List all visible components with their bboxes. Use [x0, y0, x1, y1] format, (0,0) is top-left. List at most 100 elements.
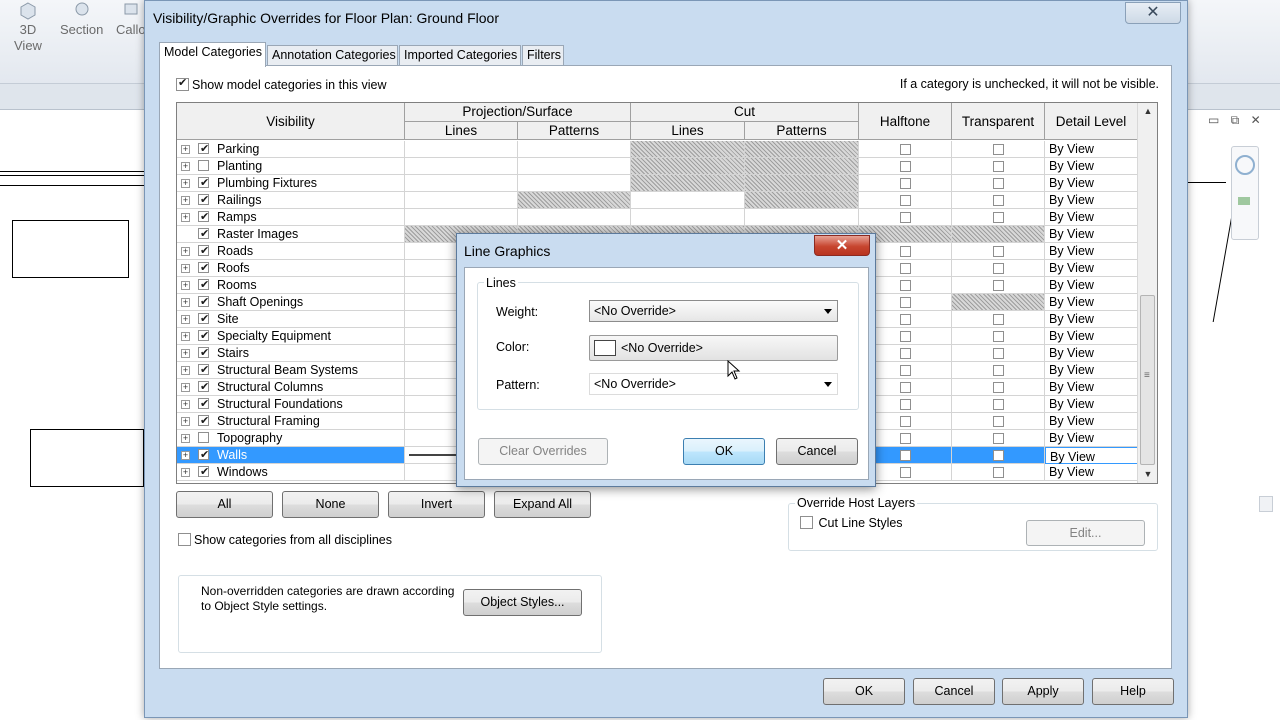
transparent-checkbox[interactable] — [992, 416, 1004, 428]
category-visibility-checkbox[interactable] — [198, 260, 209, 276]
expand-all-button[interactable]: Expand All — [494, 491, 591, 518]
table-row[interactable]: + Railings By View — [177, 192, 1138, 209]
transparent-cell[interactable] — [952, 447, 1045, 464]
halftone-checkbox[interactable] — [899, 178, 911, 190]
category-visibility-checkbox[interactable] — [198, 311, 209, 327]
table-row[interactable]: + Planting By View — [177, 158, 1138, 175]
transparent-cell[interactable] — [952, 345, 1045, 362]
projection-lines-cell[interactable] — [405, 192, 518, 209]
halftone-checkbox[interactable] — [899, 416, 911, 428]
halftone-cell[interactable] — [859, 175, 952, 192]
category-cell[interactable]: + Structural Framing — [177, 413, 405, 430]
expand-icon[interactable]: + — [181, 298, 190, 307]
grid-vertical-scrollbar[interactable]: ▲ ≡ ▼ — [1137, 103, 1157, 483]
transparent-cell[interactable] — [952, 328, 1045, 345]
weight-dropdown[interactable]: <No Override> — [589, 300, 838, 322]
transparent-cell[interactable] — [952, 192, 1045, 209]
projection-patterns-cell[interactable] — [518, 192, 631, 209]
tab-model-categories[interactable]: Model Categories — [159, 42, 266, 67]
section-button[interactable]: Section — [60, 2, 103, 38]
header-halftone[interactable]: Halftone — [859, 103, 952, 140]
halftone-checkbox[interactable] — [899, 246, 911, 258]
transparent-cell[interactable] — [952, 294, 1045, 311]
cut-lines-cell[interactable] — [631, 209, 745, 226]
category-cell[interactable]: + Ramps — [177, 209, 405, 226]
halftone-checkbox[interactable] — [899, 297, 911, 309]
category-cell[interactable]: + Plumbing Fixtures — [177, 175, 405, 192]
halftone-checkbox[interactable] — [899, 399, 911, 411]
show-model-categories-checkbox[interactable] — [176, 76, 189, 92]
halftone-checkbox[interactable] — [899, 348, 911, 360]
category-cell[interactable]: + Parking — [177, 141, 405, 158]
cut-patterns-cell[interactable] — [745, 141, 859, 158]
cut-patterns-cell[interactable] — [745, 158, 859, 175]
detail-level-cell[interactable]: By View — [1045, 158, 1138, 175]
transparent-cell[interactable] — [952, 464, 1045, 481]
header-projection-patterns[interactable]: Patterns — [518, 122, 631, 140]
projection-lines-cell[interactable] — [405, 209, 518, 226]
transparent-checkbox[interactable] — [992, 178, 1004, 190]
table-row[interactable]: + Ramps By View — [177, 209, 1138, 226]
category-visibility-checkbox[interactable] — [198, 345, 209, 361]
detail-level-cell[interactable]: By View — [1045, 379, 1138, 396]
transparent-checkbox[interactable] — [992, 263, 1004, 275]
line-graphics-ok-button[interactable]: OK — [683, 438, 765, 465]
transparent-cell[interactable] — [952, 430, 1045, 447]
transparent-cell[interactable] — [952, 209, 1045, 226]
transparent-cell[interactable] — [952, 175, 1045, 192]
projection-patterns-cell[interactable] — [518, 158, 631, 175]
category-cell[interactable]: + Stairs — [177, 345, 405, 362]
expand-icon[interactable]: + — [181, 400, 190, 409]
category-visibility-checkbox[interactable] — [198, 464, 209, 480]
header-cut-patterns[interactable]: Patterns — [745, 122, 859, 140]
expand-icon[interactable]: + — [181, 434, 190, 443]
scroll-up-arrow[interactable]: ▲ — [1138, 103, 1157, 120]
expand-icon[interactable]: + — [181, 179, 190, 188]
header-cut-lines[interactable]: Lines — [631, 122, 745, 140]
category-visibility-checkbox[interactable] — [198, 277, 209, 293]
detail-level-cell[interactable]: By View — [1045, 226, 1138, 243]
halftone-checkbox[interactable] — [899, 263, 911, 275]
canvas-scrollbar[interactable] — [1259, 496, 1273, 512]
dialog-close-button[interactable]: ✕ — [1125, 2, 1181, 24]
halftone-cell[interactable] — [859, 141, 952, 158]
table-row[interactable]: + Plumbing Fixtures By View — [177, 175, 1138, 192]
projection-patterns-cell[interactable] — [518, 141, 631, 158]
detail-level-cell[interactable]: By View — [1045, 192, 1138, 209]
transparent-cell[interactable] — [952, 158, 1045, 175]
show-all-disciplines-checkbox[interactable] — [178, 533, 191, 547]
transparent-checkbox[interactable] — [992, 365, 1004, 377]
transparent-cell[interactable] — [952, 311, 1045, 328]
transparent-checkbox[interactable] — [992, 382, 1004, 394]
category-visibility-checkbox[interactable] — [198, 160, 209, 171]
color-button[interactable]: <No Override> — [589, 335, 838, 361]
category-visibility-checkbox[interactable] — [198, 192, 209, 208]
expand-icon[interactable]: + — [181, 145, 190, 154]
detail-level-cell[interactable]: By View — [1045, 209, 1138, 226]
tab-imported-categories[interactable]: Imported Categories — [399, 45, 521, 66]
projection-patterns-cell[interactable] — [518, 209, 631, 226]
transparent-checkbox[interactable] — [992, 450, 1004, 462]
category-visibility-checkbox[interactable] — [198, 209, 209, 225]
transparent-cell[interactable] — [952, 226, 1045, 243]
expand-icon[interactable]: + — [181, 162, 190, 171]
category-cell[interactable]: + Roofs — [177, 260, 405, 277]
detail-level-cell[interactable]: By View — [1045, 362, 1138, 379]
transparent-cell[interactable] — [952, 379, 1045, 396]
tab-filters[interactable]: Filters — [522, 45, 564, 66]
halftone-checkbox[interactable] — [899, 331, 911, 343]
cut-patterns-cell[interactable] — [745, 175, 859, 192]
expand-icon[interactable]: + — [181, 247, 190, 256]
category-visibility-checkbox[interactable] — [198, 432, 209, 443]
category-cell[interactable]: + Structural Foundations — [177, 396, 405, 413]
none-button[interactable]: None — [282, 491, 379, 518]
3d-view-button[interactable]: 3D View — [14, 2, 42, 54]
halftone-checkbox[interactable] — [899, 161, 911, 173]
transparent-checkbox[interactable] — [992, 314, 1004, 326]
halftone-checkbox[interactable] — [899, 450, 911, 462]
show-model-categories[interactable]: Show model categories in this view — [176, 76, 387, 92]
category-cell[interactable]: + Windows — [177, 464, 405, 481]
tab-annotation-categories[interactable]: Annotation Categories — [267, 45, 398, 66]
cut-patterns-cell[interactable] — [745, 209, 859, 226]
invert-button[interactable]: Invert — [388, 491, 485, 518]
